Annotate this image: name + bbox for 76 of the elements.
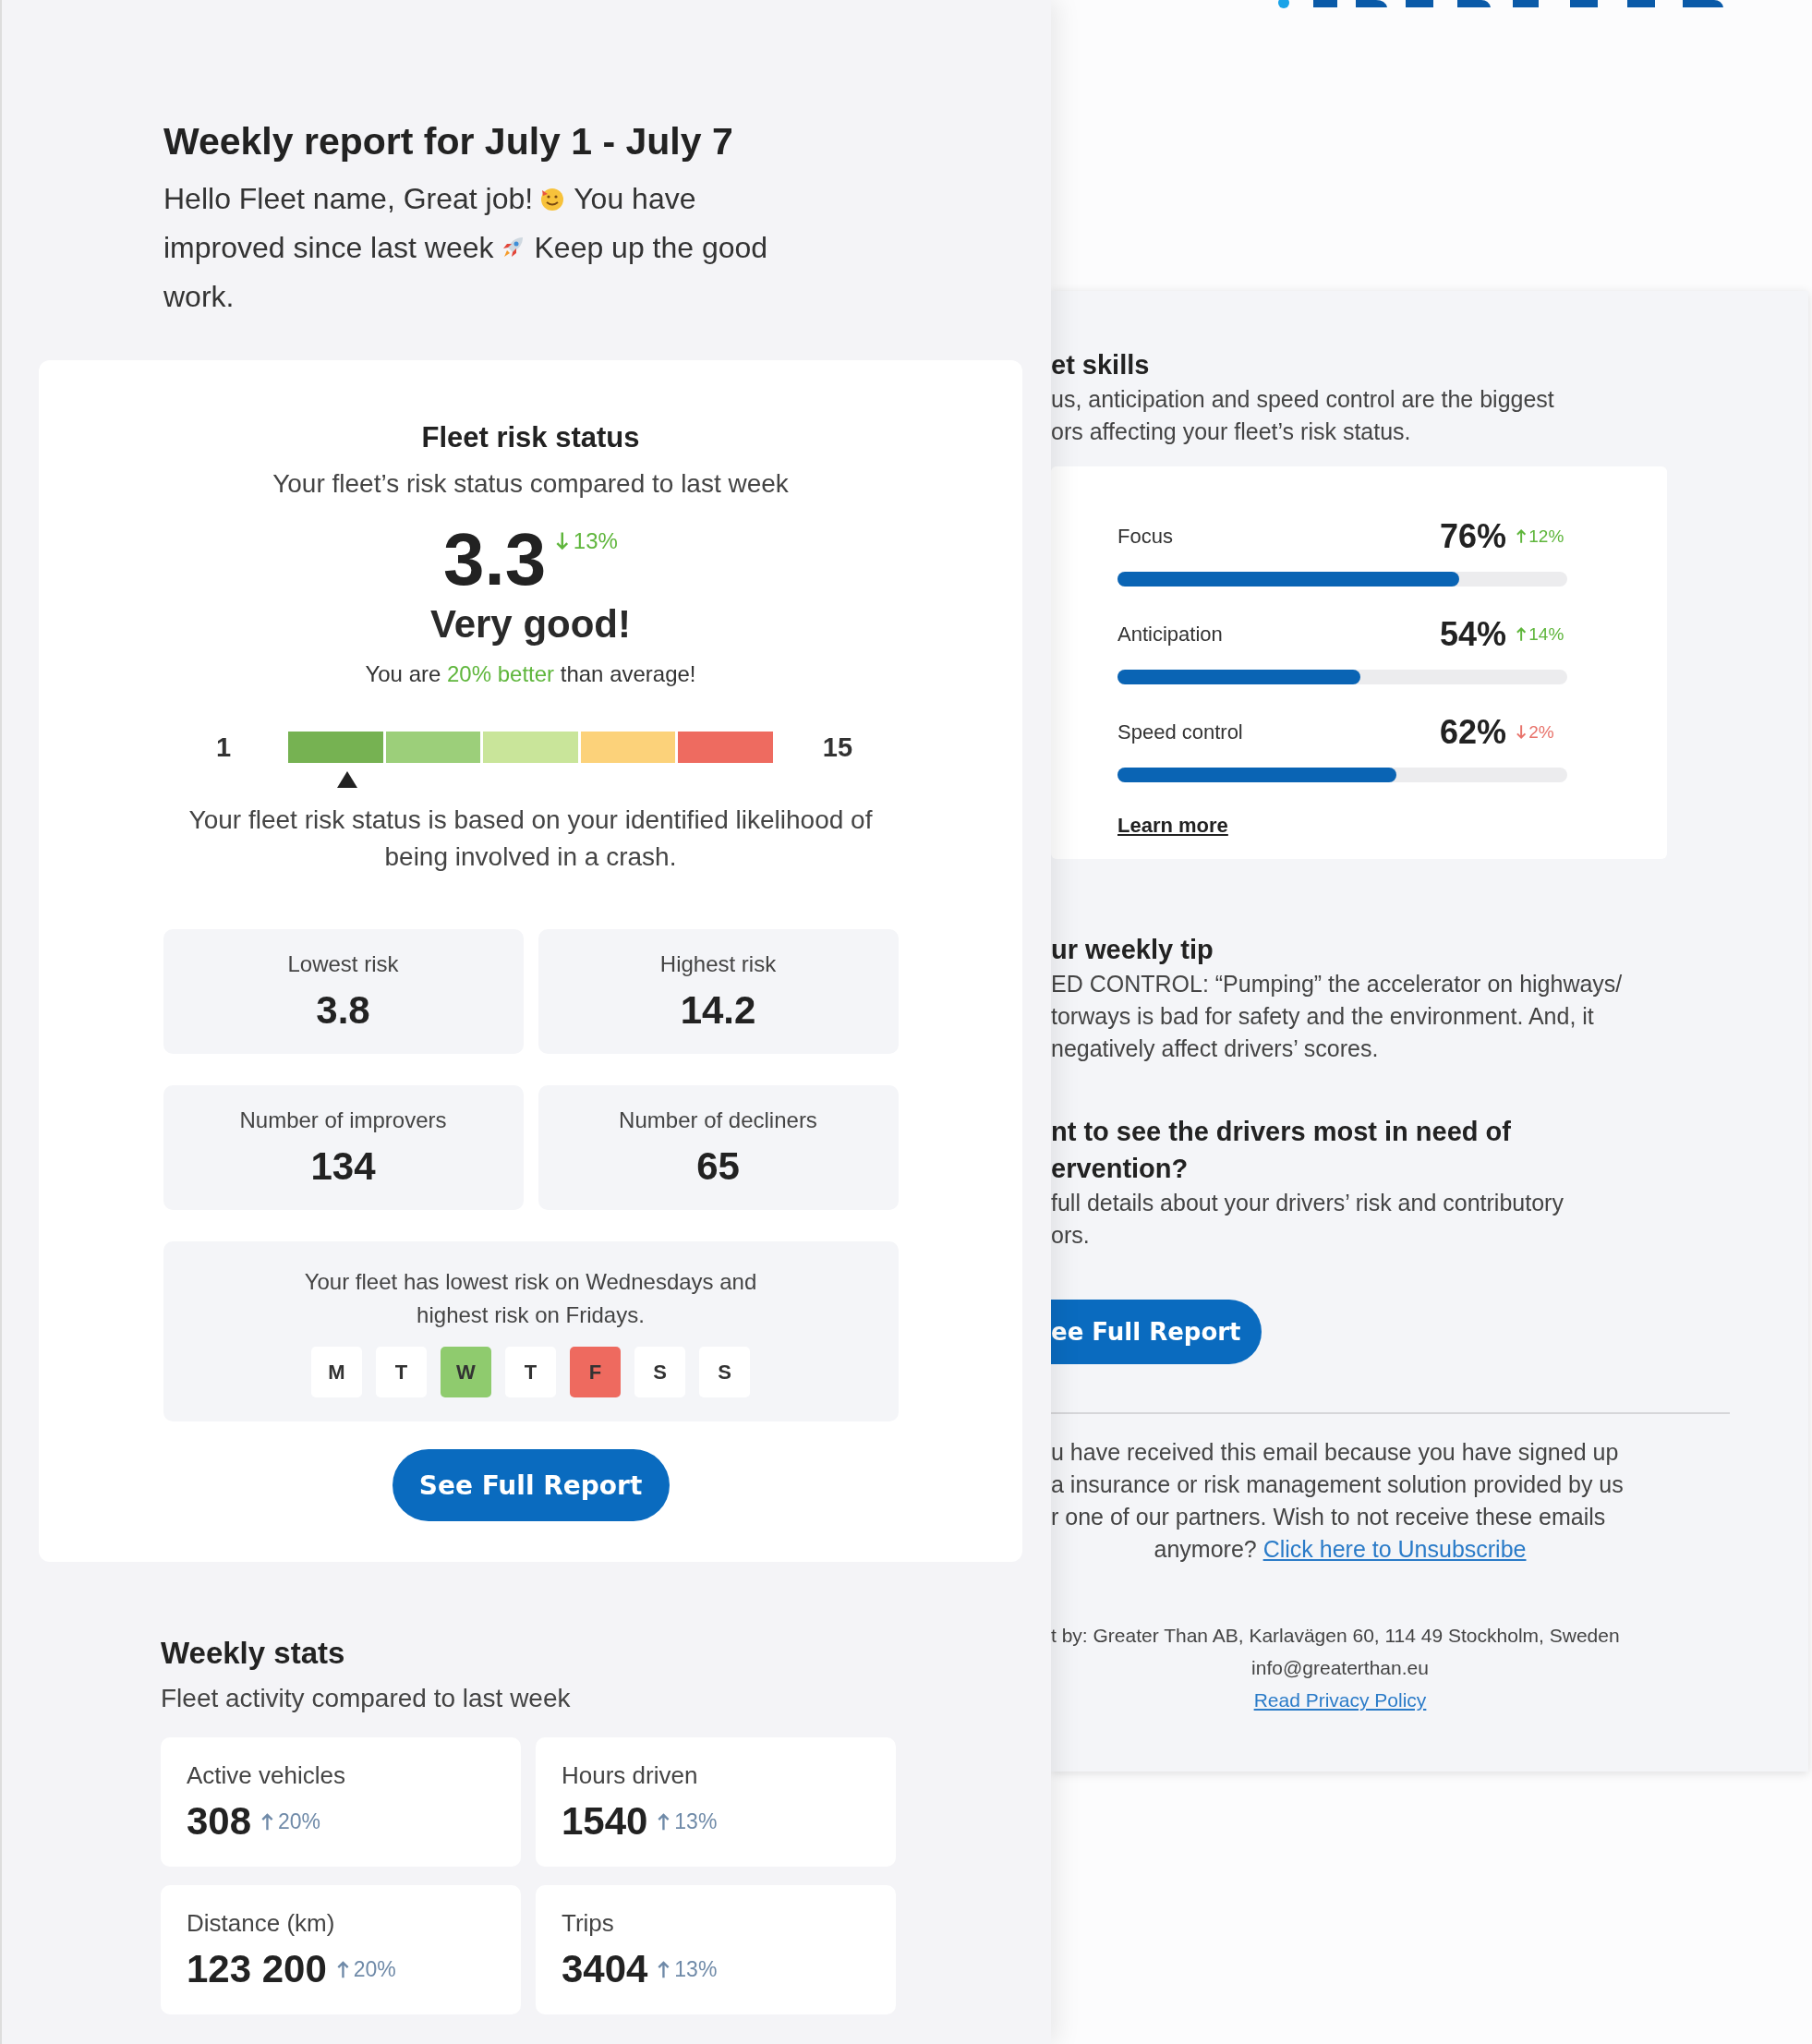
stat-value: 123 200 (187, 1947, 327, 1991)
tile-label: Number of decliners (619, 1107, 817, 1133)
tip-text: torways is bad for safety and the environment. And, it (1051, 1002, 1595, 1031)
stat-label: Distance (km) (187, 1909, 336, 1938)
greeting-text: Keep up the good (534, 231, 768, 264)
greeting-text: work. (163, 280, 235, 313)
change-percent: 2% (1528, 722, 1554, 743)
section-title: Weekly stats (160, 1635, 346, 1671)
tile-value: 134 (310, 1143, 376, 1189)
full-report-button[interactable]: ee Full Report (1051, 1300, 1262, 1364)
greeting-text: Hello Fleet name, Great job! (163, 182, 534, 215)
day-tile: M (311, 1347, 362, 1397)
stat-value: 3404 (562, 1947, 648, 1991)
day-tile: S (634, 1347, 685, 1397)
company-address: t by: Greater Than AB, Karlavägen 60, 114 49 Stockholm, Sweden (1051, 1624, 1621, 1648)
change-percent: 12% (1528, 526, 1564, 547)
section-text: ors. (1051, 1221, 1091, 1250)
footer-text: anymore? (1154, 1536, 1257, 1562)
skill-label: Anticipation (1117, 623, 1223, 647)
unsubscribe-link[interactable]: Click here to Unsubscribe (1262, 1536, 1527, 1562)
scale-max: 15 (821, 732, 854, 763)
weekday-text: Your fleet has lowest risk on Wednesdays and highest risk on Fridays. (303, 1268, 758, 1329)
change-percent: 13% (573, 528, 618, 554)
change-percent: 20% (277, 1808, 320, 1834)
stat-label: Trips (562, 1909, 615, 1938)
day-tile: T (505, 1347, 556, 1397)
section-title: ur weekly tip (1051, 934, 1214, 966)
day-tile: W (441, 1347, 491, 1397)
privacy-policy-link[interactable]: Read Privacy Policy (1253, 1689, 1427, 1711)
section-text: us, anticipation and speed control are the biggest (1051, 385, 1555, 414)
tile-label: Highest risk (659, 950, 777, 977)
greeting-text: You have (574, 182, 696, 215)
stat-label: Hours driven (562, 1761, 699, 1790)
change-percent: 20% (353, 1956, 396, 1982)
day-tile: F (570, 1347, 621, 1397)
stat-label: Active vehicles (187, 1761, 346, 1790)
section-title: et skills (1051, 349, 1151, 381)
scale-min: 1 (214, 732, 233, 763)
skill-percent: 62% (1439, 713, 1506, 752)
card-title: Fleet risk status (421, 421, 640, 454)
tile-label: Number of improvers (239, 1107, 447, 1133)
risk-note: Your fleet risk status is based on your identified likelihood of being involved in a crash. (187, 804, 874, 873)
tile-value: 3.8 (316, 987, 370, 1033)
comparison-text: You are 20% better than average! (365, 661, 696, 687)
risk-score: 3.3 (443, 521, 547, 599)
report-title: Weekly report for July 1 - July 7 (163, 119, 734, 163)
section-title: ervention? (1051, 1153, 1190, 1185)
skill-label: Focus (1117, 525, 1173, 549)
section-text: ors affecting your fleet’s risk status. (1051, 417, 1412, 446)
footer-text: a insurance or risk management solution provided by us (1051, 1470, 1625, 1499)
tip-text: negatively affect drivers’ scores. (1051, 1034, 1380, 1063)
footer-text: u have received this email because you have signed up (1051, 1438, 1620, 1467)
tile-value: 65 (696, 1143, 740, 1189)
contact-email: info@greaterthan.eu (1251, 1657, 1429, 1678)
skill-label: Speed control (1117, 720, 1243, 744)
section-title: nt to see the drivers most in need of (1051, 1116, 1512, 1148)
change-percent: 13% (674, 1808, 718, 1834)
greeting-text: improved since last week (163, 231, 494, 264)
tile-value: 14.2 (680, 987, 756, 1033)
skill-percent: 76% (1439, 517, 1506, 556)
risk-rating: Very good! (429, 602, 631, 647)
full-report-button[interactable]: See Full Report (392, 1449, 670, 1521)
day-tile: S (699, 1347, 750, 1397)
tile-label: Lowest risk (287, 950, 399, 977)
tip-text: ED CONTROL: “Pumping” the accelerator on highways/ (1051, 970, 1624, 998)
skill-percent: 54% (1439, 615, 1506, 654)
day-tile: T (376, 1347, 427, 1397)
stat-value: 1540 (562, 1799, 648, 1844)
card-subtitle: Your fleet’s risk status compared to last week (272, 469, 789, 499)
section-text: full details about your drivers’ risk and contributory (1051, 1189, 1564, 1217)
change-percent: 13% (674, 1956, 718, 1982)
learn-more-link[interactable]: Learn more (1117, 814, 1228, 838)
stat-value: 308 (187, 1799, 252, 1844)
section-subtitle: Fleet activity compared to last week (160, 1683, 572, 1713)
footer-text: r one of our partners. Wish to not receive these emails (1051, 1503, 1607, 1531)
change-percent: 14% (1528, 624, 1564, 645)
